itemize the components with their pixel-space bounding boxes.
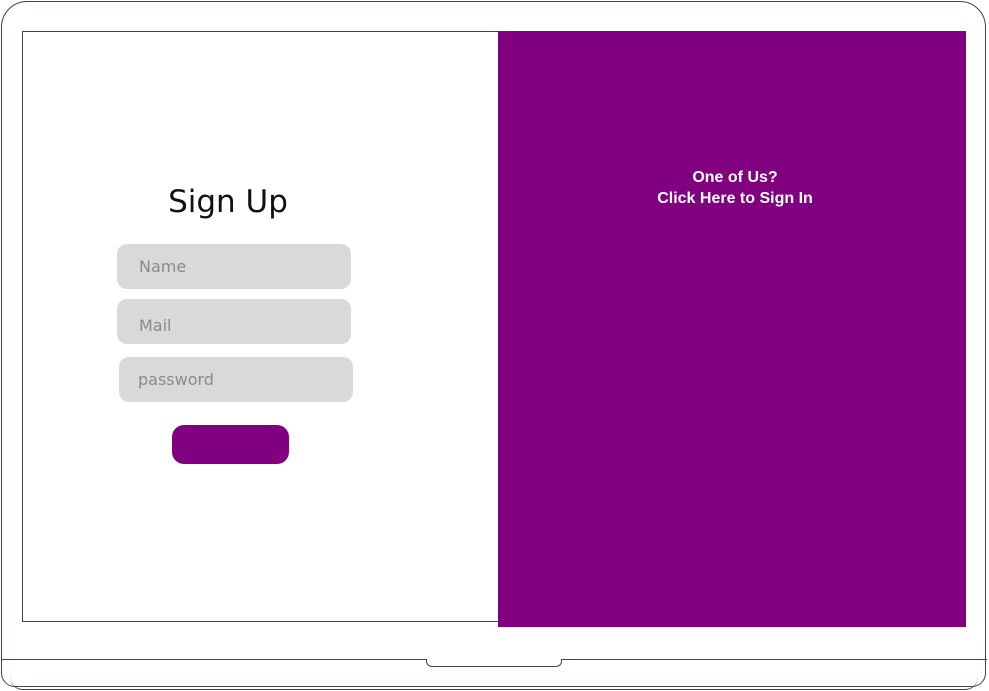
signup-submit-button[interactable] [172, 425, 289, 464]
laptop-notch [426, 659, 562, 667]
signin-link[interactable]: One of Us? Click Here to Sign In [520, 167, 950, 209]
laptop-base [10, 677, 978, 690]
signin-prompt: One of Us? [692, 169, 778, 186]
page-title: Sign Up [168, 184, 288, 220]
name-field[interactable] [117, 244, 351, 289]
signin-cta[interactable]: Click Here to Sign In [520, 188, 950, 209]
mail-field[interactable] [117, 299, 351, 344]
signin-panel [498, 31, 966, 627]
laptop-mockup: One of Us? Click Here to Sign In Sign Up [0, 0, 989, 691]
password-field[interactable] [119, 357, 353, 402]
